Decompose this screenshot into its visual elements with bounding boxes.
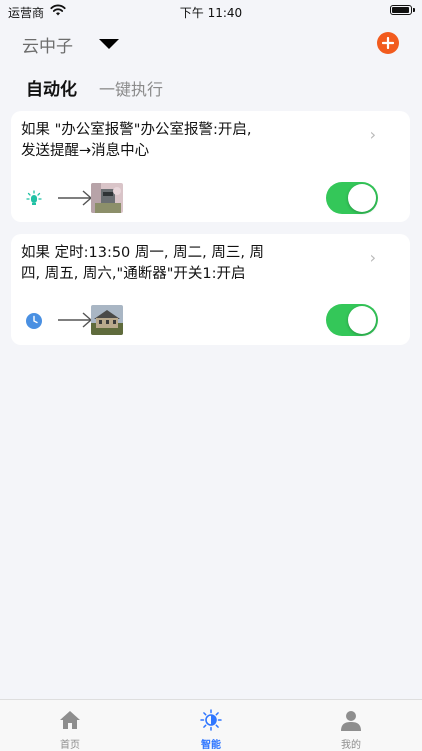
scene-tabs: 自动化 一键执行: [26, 75, 185, 100]
nav-profile-label: 我的: [341, 740, 361, 751]
house-photo-thumbnail: [91, 305, 123, 335]
home-name: 云中子: [22, 36, 73, 57]
automation-card[interactable]: 如果 定时:13:50 周一, 周二, 周三, 周 四, 周五, 周六,"通断器…: [11, 234, 410, 345]
automation-description: 如果 定时:13:50 周一, 周二, 周三, 周 四, 周五, 周六,"通断器…: [21, 243, 341, 285]
nav-smart[interactable]: 智能: [171, 700, 251, 751]
clock-icon: [26, 313, 42, 329]
home-icon: [60, 711, 80, 729]
enable-toggle[interactable]: [326, 304, 378, 336]
enable-toggle[interactable]: [326, 182, 378, 214]
condition-text: 如果 "办公室报警"办公室报警:开启,: [21, 122, 252, 138]
nav-profile[interactable]: 我的: [311, 700, 391, 751]
user-icon: [341, 711, 361, 731]
toggle-knob: [348, 306, 376, 334]
room-photo-thumbnail: [91, 183, 123, 213]
tab-automation[interactable]: 自动化: [26, 75, 77, 100]
nav-home-label: 首页: [60, 740, 80, 751]
automation-card[interactable]: 如果 "办公室报警"办公室报警:开启, 发送提醒→消息中心 ›: [11, 111, 410, 222]
sensor-icon: [26, 190, 42, 205]
triangle-down-icon: [99, 39, 119, 49]
smart-icon: [200, 709, 222, 731]
chevron-right-icon: ›: [369, 125, 376, 144]
chevron-right-icon: ›: [369, 248, 376, 267]
toggle-knob: [348, 184, 376, 212]
status-bar: 运营商 下午 11:40: [0, 0, 422, 24]
bottom-tab-bar: 首页 智能 我的: [0, 699, 422, 751]
automation-description: 如果 "办公室报警"办公室报警:开启, 发送提醒→消息中心: [21, 120, 341, 162]
home-selector[interactable]: 云中子: [22, 32, 119, 57]
tab-one-click[interactable]: 一键执行: [99, 76, 163, 100]
clock-time: 下午 11:40: [179, 6, 243, 20]
condition-text: 如果 定时:13:50 周一, 周二, 周三, 周: [21, 245, 265, 261]
battery-icon: [390, 5, 415, 15]
action-text: 四, 周五, 周六,"通断器"开关1:开启: [21, 266, 246, 282]
arrow-right-icon: [58, 190, 93, 206]
arrow-right-icon: [58, 312, 93, 328]
add-automation-button[interactable]: [377, 32, 399, 54]
nav-home[interactable]: 首页: [30, 700, 110, 751]
plus-circle-icon: [382, 37, 394, 49]
nav-smart-label: 智能: [201, 740, 221, 751]
action-text: 发送提醒→消息中心: [21, 143, 150, 159]
